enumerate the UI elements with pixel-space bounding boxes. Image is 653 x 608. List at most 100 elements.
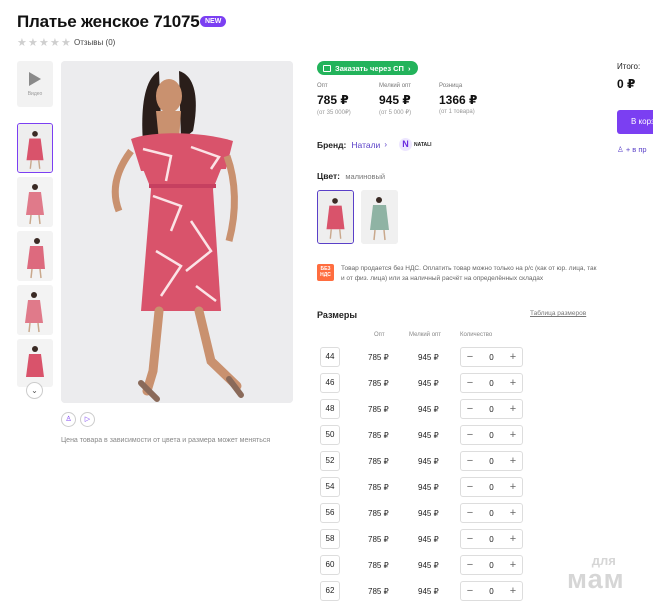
color-row: Цвет: малиновый — [317, 171, 385, 181]
color-swatch-mint[interactable] — [361, 190, 398, 244]
quantity-stepper[interactable]: − 0 + — [460, 399, 523, 419]
size-opt-price: 785 ₽ — [368, 405, 389, 414]
sizes-title: Размеры — [317, 310, 358, 320]
brand-row: Бренд: Натали › N NATALI — [317, 138, 432, 151]
dress-thumbnail-image — [17, 285, 53, 335]
thumbnails-scroll-down-button[interactable]: ⌄ — [26, 382, 43, 399]
quantity-value[interactable]: 0 — [489, 561, 493, 570]
rating-stars[interactable]: ★ ★ ★ ★ ★ — [17, 37, 71, 49]
star-icon: ★ — [28, 37, 38, 49]
chevron-right-icon: › — [407, 63, 411, 73]
star-icon: ★ — [39, 37, 49, 49]
quantity-value[interactable]: 0 — [489, 353, 493, 362]
size-row: 56 785 ₽ 945 ₽ − 0 + — [320, 503, 530, 523]
color-swatch-raspberry[interactable] — [317, 190, 354, 244]
new-badge: NEW — [200, 16, 227, 27]
minus-icon[interactable]: − — [465, 504, 475, 522]
video-thumbnail[interactable]: Видео — [17, 61, 53, 107]
quantity-value[interactable]: 0 — [489, 509, 493, 518]
size-label: 58 — [320, 529, 340, 549]
plus-icon[interactable]: + — [508, 374, 518, 392]
quantity-value[interactable]: 0 — [489, 457, 493, 466]
minus-icon[interactable]: − — [465, 478, 475, 496]
thumbnail-4[interactable] — [17, 285, 53, 335]
brand-label: Бренд: — [317, 139, 347, 150]
size-small-opt-price: 945 ₽ — [418, 431, 439, 440]
plus-icon[interactable]: + — [508, 530, 518, 548]
add-to-favorites-link[interactable]: ♙ + в пр — [617, 145, 647, 154]
quantity-value[interactable]: 0 — [489, 535, 493, 544]
thumbnail-2[interactable] — [17, 177, 53, 227]
brand-logo[interactable]: N NATALI — [398, 138, 432, 151]
quantity-stepper[interactable]: − 0 + — [460, 555, 523, 575]
quantity-stepper[interactable]: − 0 + — [460, 373, 523, 393]
thumbnail-5[interactable] — [17, 339, 53, 387]
minus-icon[interactable]: − — [465, 556, 475, 574]
price-tiers: Опт 785 ₽ (от 35 000₽) Мелкий опт 945 ₽ … — [317, 83, 501, 116]
main-product-photo[interactable] — [61, 61, 293, 403]
plus-icon[interactable]: + — [508, 478, 518, 496]
add-to-favorites-label: + в пр — [625, 145, 647, 154]
play-icon — [29, 72, 41, 86]
quantity-value[interactable]: 0 — [489, 431, 493, 440]
size-small-opt-price: 945 ₽ — [418, 509, 439, 518]
quantity-stepper[interactable]: − 0 + — [460, 347, 523, 367]
quantity-value[interactable]: 0 — [489, 405, 493, 414]
dress-thumbnail-image — [17, 177, 53, 227]
quantity-value[interactable]: 0 — [489, 379, 493, 388]
thumbnail-1[interactable] — [17, 123, 53, 173]
play-video-icon[interactable]: ▷ — [80, 412, 95, 427]
quantity-stepper[interactable]: − 0 + — [460, 425, 523, 445]
size-row: 48 785 ₽ 945 ₽ − 0 + — [320, 399, 530, 419]
order-via-sp-button[interactable]: Заказать через СП › — [317, 61, 419, 75]
plus-icon[interactable]: + — [508, 400, 518, 418]
quantity-value[interactable]: 0 — [489, 483, 493, 492]
size-row: 62 785 ₽ 945 ₽ − 0 + — [320, 581, 530, 601]
plus-icon[interactable]: + — [508, 556, 518, 574]
size-label: 44 — [320, 347, 340, 367]
minus-icon[interactable]: − — [465, 582, 475, 600]
quantity-stepper[interactable]: − 0 + — [460, 503, 523, 523]
minus-icon[interactable]: − — [465, 400, 475, 418]
plus-icon[interactable]: + — [508, 348, 518, 366]
column-header-small-opt: Мелкий опт — [409, 332, 442, 338]
brand-logo-text: NATALI — [413, 141, 432, 148]
plus-icon[interactable]: + — [508, 452, 518, 470]
size-row: 58 785 ₽ 945 ₽ − 0 + — [320, 529, 530, 549]
dress-swatch-image — [361, 190, 398, 244]
plus-icon[interactable]: + — [508, 582, 518, 600]
price-tier-wholesale: Опт 785 ₽ (от 35 000₽) — [317, 83, 379, 116]
color-value: малиновый — [345, 172, 386, 181]
add-to-cart-button[interactable]: В корзину — [617, 110, 653, 134]
minus-icon[interactable]: − — [465, 348, 475, 366]
size-opt-price: 785 ₽ — [368, 587, 389, 596]
price-tier-retail: Розница 1366 ₽ (от 1 товара) — [439, 83, 501, 116]
brand-link[interactable]: Натали — [351, 140, 380, 150]
size-row: 50 785 ₽ 945 ₽ − 0 + — [320, 425, 530, 445]
minus-icon[interactable]: − — [465, 452, 475, 470]
size-opt-price: 785 ₽ — [368, 561, 389, 570]
plus-icon[interactable]: + — [508, 504, 518, 522]
size-label: 48 — [320, 399, 340, 419]
size-chart-link[interactable]: Таблица размеров — [530, 310, 586, 317]
size-label: 46 — [320, 373, 340, 393]
watermark-line-2: мам — [567, 564, 625, 594]
size-opt-price: 785 ₽ — [368, 483, 389, 492]
thumbnail-3[interactable] — [17, 231, 53, 281]
size-label: 50 — [320, 425, 340, 445]
size-label: 60 — [320, 555, 340, 575]
quantity-stepper[interactable]: − 0 + — [460, 477, 523, 497]
minus-icon[interactable]: − — [465, 426, 475, 444]
minus-icon[interactable]: − — [465, 374, 475, 392]
minus-icon[interactable]: − — [465, 530, 475, 548]
quantity-value[interactable]: 0 — [489, 587, 493, 596]
quantity-stepper[interactable]: − 0 + — [460, 529, 523, 549]
share-icon[interactable]: ♙ — [61, 412, 76, 427]
size-small-opt-price: 945 ₽ — [418, 587, 439, 596]
reviews-link[interactable]: Отзывы (0) — [74, 38, 115, 47]
quantity-stepper[interactable]: − 0 + — [460, 581, 523, 601]
size-label: 54 — [320, 477, 340, 497]
plus-icon[interactable]: + — [508, 426, 518, 444]
quantity-stepper[interactable]: − 0 + — [460, 451, 523, 471]
size-opt-price: 785 ₽ — [368, 457, 389, 466]
